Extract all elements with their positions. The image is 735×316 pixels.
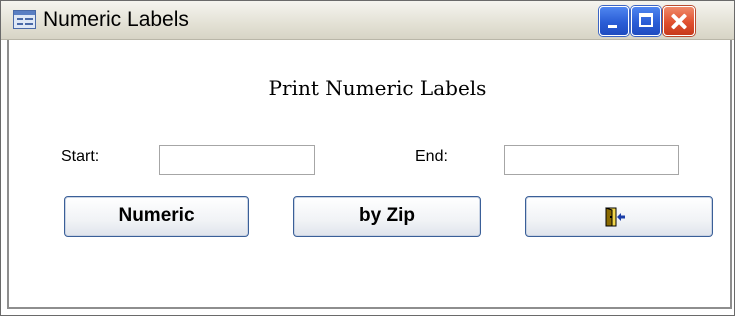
start-field[interactable]	[159, 145, 315, 175]
form-heading-text: Print Numeric Labels	[268, 76, 487, 100]
end-field[interactable]	[504, 145, 679, 175]
app-window: Numeric Labels Print Numeric Labels Star…	[0, 0, 735, 316]
title-bar[interactable]: Numeric Labels	[1, 1, 734, 40]
form-body: Print Numeric Labels Start: End: Numeric…	[7, 40, 732, 309]
exit-door-icon	[605, 207, 625, 227]
numeric-button[interactable]: Numeric	[64, 196, 249, 237]
exit-button[interactable]	[525, 196, 713, 237]
start-label: Start:	[61, 148, 100, 165]
form-icon[interactable]	[13, 10, 36, 29]
form-heading: Print Numeric Labels	[9, 76, 730, 100]
end-label: End:	[415, 148, 448, 165]
minimize-icon[interactable]	[599, 6, 629, 36]
maximize-icon[interactable]	[631, 6, 661, 36]
by-zip-button[interactable]: by Zip	[293, 196, 481, 237]
close-icon[interactable]	[663, 6, 695, 36]
window-title: Numeric Labels	[43, 8, 189, 31]
